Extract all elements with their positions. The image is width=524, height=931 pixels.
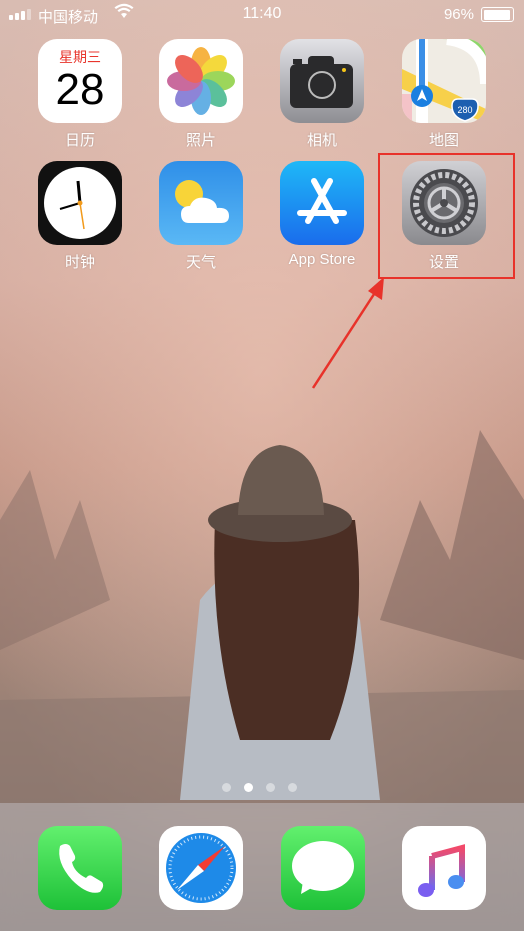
page-indicator[interactable] <box>222 783 297 792</box>
phone-icon[interactable] <box>38 826 122 910</box>
page-dot[interactable] <box>266 783 275 792</box>
page-dot[interactable] <box>288 783 297 792</box>
dock <box>0 803 524 931</box>
page-dot-current[interactable] <box>244 783 253 792</box>
music-icon[interactable] <box>402 826 486 910</box>
page-dot[interactable] <box>222 783 231 792</box>
messages-icon[interactable] <box>281 826 365 910</box>
safari-icon[interactable] <box>159 826 243 910</box>
